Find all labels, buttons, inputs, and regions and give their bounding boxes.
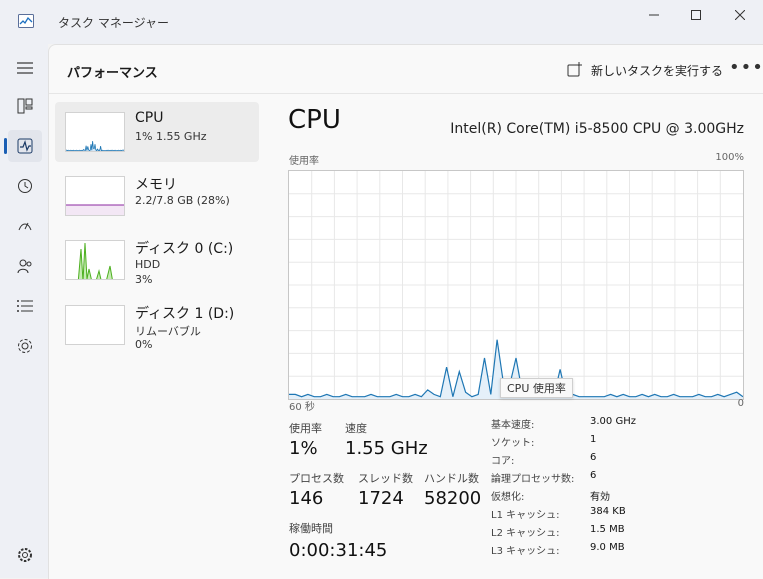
nav-details[interactable] xyxy=(8,290,42,322)
cpu-usage-graph xyxy=(288,170,744,400)
processes-label: プロセス数 xyxy=(289,472,344,485)
resource-detail: 2.2/7.8 GB (28%) xyxy=(135,194,230,207)
cpu-model-name: Intel(R) Core(TM) i5-8500 CPU @ 3.00GHz xyxy=(450,121,744,137)
memory-thumbnail-svg xyxy=(66,204,124,215)
spec-label-l1-cache: L1 キャッシュ: xyxy=(491,510,560,521)
nav-performance[interactable] xyxy=(4,130,42,162)
resource-item-disk-1[interactable]: ディスク 1 (D:) リムーバブル 0% xyxy=(55,295,259,355)
disk0-thumbnail-svg xyxy=(77,242,113,279)
spec-value-l2-cache: 1.5 MB xyxy=(590,524,625,535)
spec-value-base-speed: 3.00 GHz xyxy=(590,416,636,427)
nav-rail xyxy=(0,44,48,578)
cpu-heading: CPU xyxy=(288,105,341,135)
title-bar: タスク マネージャー xyxy=(0,0,763,44)
cpu-thumbnail-svg xyxy=(66,141,124,151)
cpu-thumbnail-graph xyxy=(65,112,125,152)
close-button[interactable] xyxy=(717,0,763,30)
settings-icon xyxy=(18,548,32,562)
usage-value: 1% xyxy=(289,438,318,459)
run-task-icon xyxy=(567,62,582,77)
disk0-thumbnail-graph xyxy=(65,240,125,280)
threads-label: スレッド数 xyxy=(358,472,413,485)
more-options-button[interactable]: ••• xyxy=(729,57,763,78)
spec-value-logical-processors: 6 xyxy=(590,470,597,481)
spec-label-sockets: ソケット: xyxy=(491,438,535,449)
startup-icon xyxy=(18,222,32,231)
maximize-button[interactable] xyxy=(673,0,719,30)
graph-label-max: 100% xyxy=(715,152,744,163)
resource-name: メモリ xyxy=(135,177,177,193)
resource-detail-2: 3% xyxy=(135,273,153,286)
run-new-task-label: 新しいタスクを実行する xyxy=(591,63,724,78)
nav-processes[interactable] xyxy=(8,90,42,122)
maximize-icon xyxy=(691,10,701,20)
handles-value: 58200 xyxy=(424,488,482,509)
spec-label-cores: コア: xyxy=(491,456,515,467)
minimize-icon xyxy=(649,14,659,16)
spec-label-virtualization: 仮想化: xyxy=(491,492,525,503)
uptime-value: 0:00:31:45 xyxy=(289,540,388,561)
spec-value-virtualization: 有効 xyxy=(590,492,610,503)
minimize-button[interactable] xyxy=(631,0,677,30)
resource-item-memory[interactable]: メモリ 2.2/7.8 GB (28%) xyxy=(55,166,259,226)
processes-value: 146 xyxy=(289,488,324,509)
resource-detail: リムーバブル xyxy=(135,325,201,338)
nav-startup-apps[interactable] xyxy=(8,210,42,242)
disk1-thumbnail-graph xyxy=(65,305,125,345)
resource-item-cpu[interactable]: CPU 1% 1.55 GHz xyxy=(55,102,259,162)
details-icon xyxy=(17,300,33,312)
hamburger-icon xyxy=(17,62,33,74)
close-icon xyxy=(735,10,745,20)
spec-label-logical-processors: 論理プロセッサ数: xyxy=(491,474,575,485)
task-manager-app-icon xyxy=(18,14,34,28)
performance-icon xyxy=(17,138,33,154)
resource-name: CPU xyxy=(135,110,164,126)
threads-value: 1724 xyxy=(358,488,404,509)
memory-thumbnail-graph xyxy=(65,176,125,216)
graph-axis-right: 0 xyxy=(737,398,744,409)
speed-label: 速度 xyxy=(345,422,367,435)
run-new-task-button[interactable]: 新しいタスクを実行する xyxy=(567,59,723,81)
spec-value-sockets: 1 xyxy=(590,434,597,445)
spec-label-l3-cache: L3 キャッシュ: xyxy=(491,546,560,557)
resource-detail-2: 0% xyxy=(135,338,153,351)
graph-axis-left: 60 秒 xyxy=(289,402,315,413)
page-title: パフォーマンス xyxy=(67,66,158,81)
graph-label-usage: 使用率 xyxy=(289,156,319,167)
resource-name: ディスク 0 (C:) xyxy=(135,241,234,257)
main-panel: パフォーマンス 新しいタスクを実行する ••• CPU 1% 1.55 GHz … xyxy=(48,44,763,579)
window-title: タスク マネージャー xyxy=(58,16,169,30)
history-icon xyxy=(18,179,32,193)
nav-users[interactable] xyxy=(8,250,42,282)
resource-name: ディスク 1 (D:) xyxy=(135,306,235,322)
nav-settings[interactable] xyxy=(8,539,42,571)
nav-menu-button[interactable] xyxy=(8,52,42,84)
services-icon xyxy=(18,339,32,353)
resource-detail: 1% 1.55 GHz xyxy=(135,130,207,143)
spec-label-base-speed: 基本速度: xyxy=(491,420,535,431)
nav-services[interactable] xyxy=(8,330,42,362)
uptime-label: 稼働時間 xyxy=(289,522,333,535)
spec-label-l2-cache: L2 キャッシュ: xyxy=(491,528,560,539)
handles-label: ハンドル数 xyxy=(424,472,479,485)
cpu-usage-graph-svg xyxy=(289,171,744,399)
speed-value: 1.55 GHz xyxy=(345,438,428,459)
resource-detail: HDD xyxy=(135,258,161,271)
usage-label: 使用率 xyxy=(289,422,322,435)
resource-item-disk-0[interactable]: ディスク 0 (C:) HDD 3% xyxy=(55,230,259,290)
spec-value-l1-cache: 384 KB xyxy=(590,506,626,517)
nav-app-history[interactable] xyxy=(8,170,42,202)
users-icon xyxy=(17,259,32,274)
page-header: パフォーマンス 新しいタスクを実行する ••• xyxy=(49,45,763,94)
graph-tooltip: CPU 使用率 xyxy=(500,378,573,398)
spec-value-cores: 6 xyxy=(590,452,597,463)
processes-icon xyxy=(17,98,33,114)
spec-value-l3-cache: 9.0 MB xyxy=(590,542,625,553)
